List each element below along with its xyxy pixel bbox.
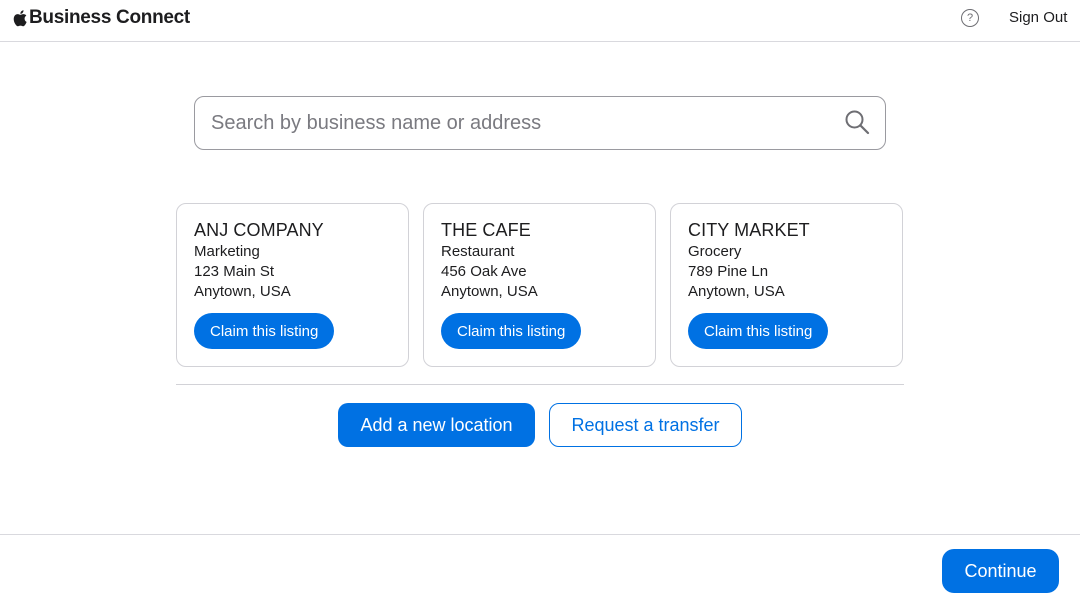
listing-street: 123 Main St [194, 263, 275, 280]
apple-logo-icon [13, 10, 27, 27]
help-icon: ? [966, 12, 974, 24]
listing-category: Restaurant [441, 243, 515, 260]
brand-name: Business Connect [29, 7, 190, 28]
listing-name: ANJ COMPANY [194, 220, 324, 240]
listing-category: Marketing [194, 243, 260, 260]
listing-card: CITY MARKET Grocery 789 Pine Ln Anytown,… [670, 203, 903, 367]
listing-street: 789 Pine Ln [688, 263, 769, 280]
listing-card: ANJ COMPANY Marketing 123 Main St Anytow… [176, 203, 409, 367]
continue-button[interactable]: Continue [942, 549, 1059, 593]
top-bar: Business Connect ? Sign Out [0, 0, 1080, 42]
listing-name: CITY MARKET [688, 220, 810, 240]
sign-out-link[interactable]: Sign Out [1009, 9, 1067, 26]
listing-city: Anytown, USA [194, 283, 291, 300]
listing-name: THE CAFE [441, 220, 531, 240]
claim-listing-button[interactable]: Claim this listing [194, 313, 335, 349]
listing-category: Grocery [688, 243, 742, 260]
search-input[interactable] [211, 97, 831, 149]
help-button[interactable]: ? [961, 9, 979, 27]
claim-listing-button[interactable]: Claim this listing [688, 313, 829, 349]
search-icon[interactable] [844, 109, 870, 135]
listing-city: Anytown, USA [441, 283, 538, 300]
claim-listing-button[interactable]: Claim this listing [441, 313, 582, 349]
request-transfer-button[interactable]: Request a transfer [549, 403, 742, 447]
listing-street: 456 Oak Ave [441, 263, 527, 280]
brand[interactable]: Business Connect [13, 7, 190, 29]
search-box [194, 96, 886, 150]
listing-city: Anytown, USA [688, 283, 785, 300]
listing-card: THE CAFE Restaurant 456 Oak Ave Anytown,… [423, 203, 656, 367]
section-divider [176, 384, 904, 385]
add-location-button[interactable]: Add a new location [338, 403, 535, 447]
footer-bar [0, 534, 1080, 603]
